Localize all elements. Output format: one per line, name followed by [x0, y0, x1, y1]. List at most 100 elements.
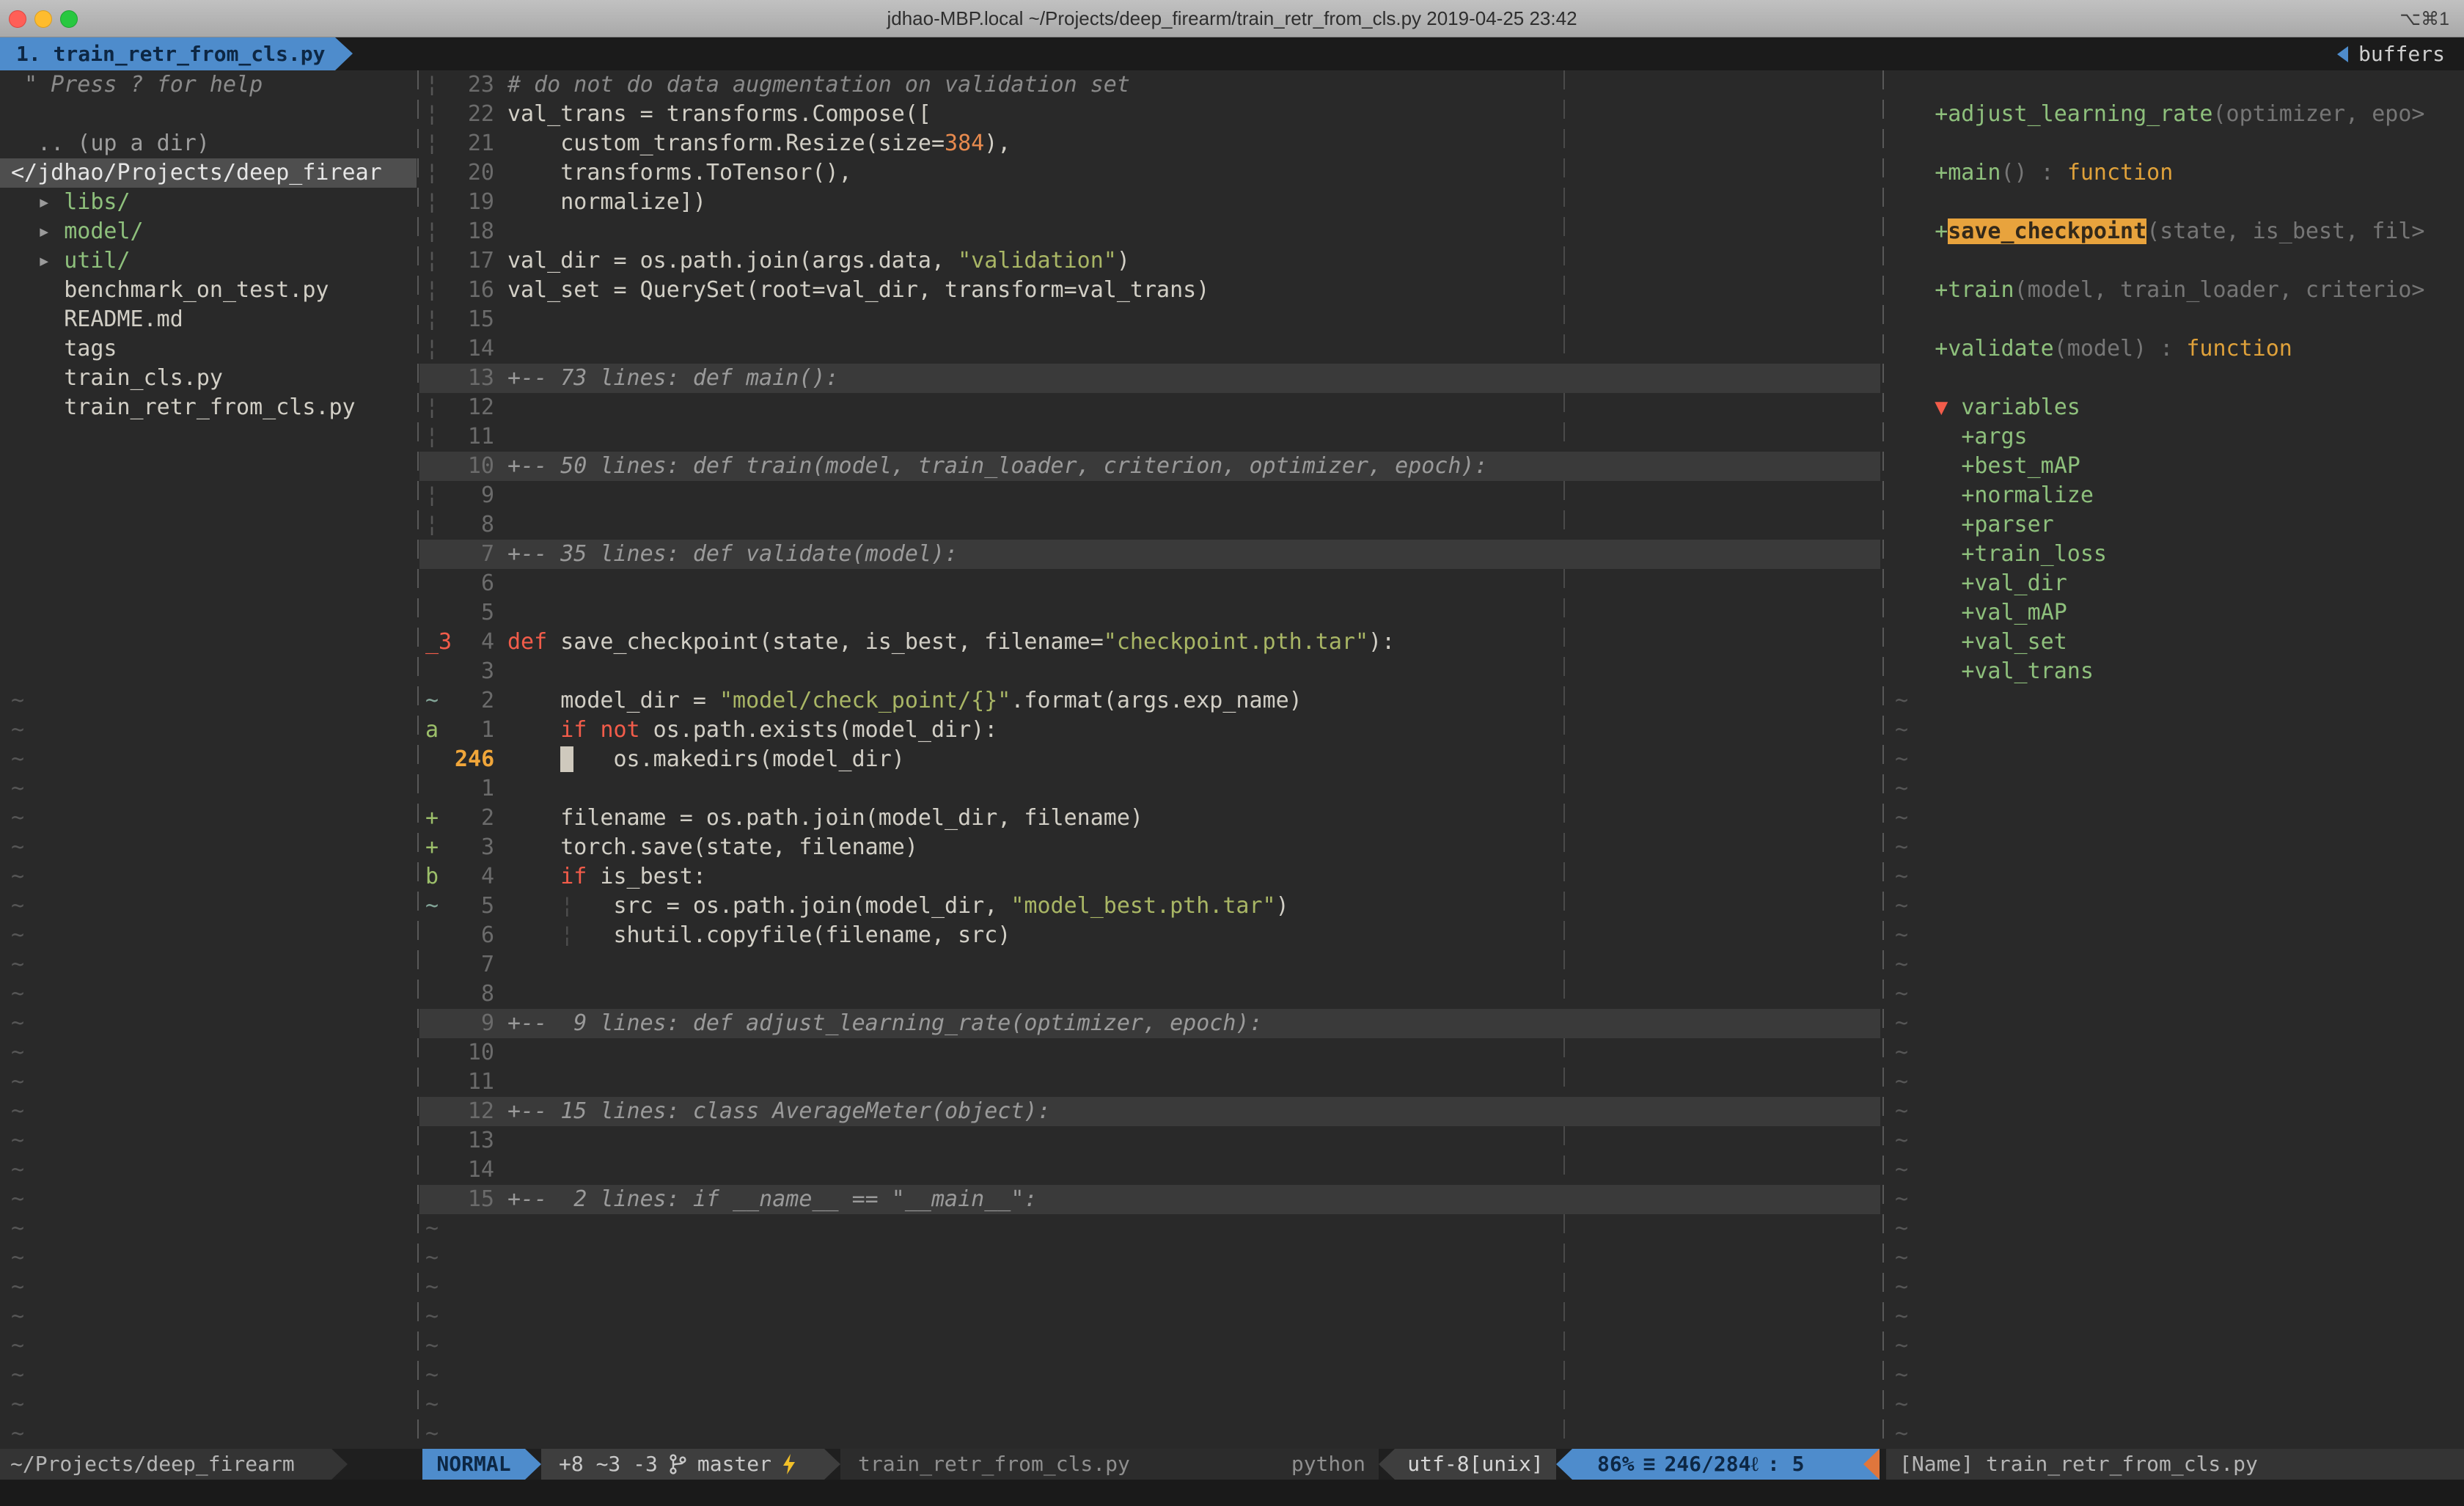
code-line[interactable]: 6	[419, 569, 1880, 598]
close-button[interactable]	[9, 10, 26, 28]
folded-code-line[interactable]: 7+-- 35 lines: def validate(model):	[419, 540, 1880, 569]
tree-item[interactable]: ~	[11, 1302, 417, 1331]
tree-item[interactable]: ▸ libs/	[11, 188, 417, 217]
code-line[interactable]: ¦15	[419, 305, 1880, 334]
folded-code-line[interactable]: 10+-- 50 lines: def train(model, train_l…	[419, 452, 1880, 481]
tree-item[interactable]: ~	[11, 1185, 417, 1214]
tree-item[interactable]: ~	[11, 1244, 417, 1273]
tree-item[interactable]: ~	[11, 716, 417, 745]
code-window[interactable]: ¦23# do not do data augmentation on vali…	[419, 70, 1880, 1449]
code-line[interactable]: ¦11	[419, 422, 1880, 452]
folded-code-line[interactable]: 9+-- 9 lines: def adjust_learning_rate(o…	[419, 1009, 1880, 1038]
tag-item[interactable]: +val_dir	[1895, 569, 2464, 598]
tag-item[interactable]: +parser	[1895, 510, 2464, 540]
nerdtree-panel[interactable]: " Press ? for help .. (up a dir)</jdhao/…	[0, 70, 417, 1449]
code-line[interactable]: 246 os.makedirs(model_dir)	[419, 745, 1880, 774]
tag-item[interactable]: +val_trans	[1895, 657, 2464, 686]
tag-item[interactable]: +main() : function	[1895, 158, 2464, 188]
tree-item[interactable]: ~	[11, 1156, 417, 1185]
code-line[interactable]: 11	[419, 1068, 1880, 1097]
tree-item[interactable]: ~	[11, 1419, 417, 1449]
tree-item[interactable]: ~	[11, 892, 417, 921]
tree-item[interactable]: ~	[11, 921, 417, 950]
window-separator[interactable]	[417, 70, 419, 1449]
tree-item[interactable]: ~	[11, 1390, 417, 1419]
tree-item[interactable]: ~	[11, 833, 417, 862]
tag-item[interactable]: +val_set	[1895, 628, 2464, 657]
code-line[interactable]: +3 torch.save(state, filename)	[419, 833, 1880, 862]
tree-item[interactable]: ~	[11, 745, 417, 774]
code-line[interactable]: ~2 model_dir = "model/check_point/{}".fo…	[419, 686, 1880, 716]
tree-item[interactable]: ~	[11, 1038, 417, 1068]
tree-item[interactable]: README.md	[11, 305, 417, 334]
tree-item[interactable]: ~	[11, 1273, 417, 1302]
code-line[interactable]: ¦9	[419, 481, 1880, 510]
code-line[interactable]: 14	[419, 1156, 1880, 1185]
tree-item[interactable]: ▸ model/	[11, 217, 417, 246]
code-line[interactable]: ¦12	[419, 393, 1880, 422]
tree-item[interactable]: tags	[11, 334, 417, 364]
code-line[interactable]: 13	[419, 1126, 1880, 1156]
code-line[interactable]: ¦17val_dir = os.path.join(args.data, "va…	[419, 246, 1880, 276]
tree-item[interactable]: ~	[11, 1097, 417, 1126]
tree-item[interactable]: ~	[11, 774, 417, 804]
tag-item[interactable]: +adjust_learning_rate(optimizer, epo>	[1895, 100, 2464, 129]
tree-item[interactable]: ~	[11, 1214, 417, 1244]
tree-item[interactable]: ▸ util/	[11, 246, 417, 276]
code-line[interactable]: 3	[419, 657, 1880, 686]
tag-item[interactable]: +best_mAP	[1895, 452, 2464, 481]
code-line[interactable]: 8	[419, 980, 1880, 1009]
code-line[interactable]: ¦19 normalize])	[419, 188, 1880, 217]
code-line[interactable]: ¦22val_trans = transforms.Compose([	[419, 100, 1880, 129]
tag-item[interactable]: +save_checkpoint(state, is_best, fil>	[1895, 217, 2464, 246]
tree-item[interactable]: ~	[11, 950, 417, 980]
tree-item[interactable]: ~	[11, 1361, 417, 1390]
code-line[interactable]: 1	[419, 774, 1880, 804]
code-line[interactable]: _34def save_checkpoint(state, is_best, f…	[419, 628, 1880, 657]
folded-code-line[interactable]: 13+-- 73 lines: def main():	[419, 364, 1880, 393]
code-line[interactable]: ¦16val_set = QuerySet(root=val_dir, tran…	[419, 276, 1880, 305]
tree-item[interactable]: ~	[11, 980, 417, 1009]
tree-item[interactable]: ~	[11, 862, 417, 892]
code-line[interactable]: +2 filename = os.path.join(model_dir, fi…	[419, 804, 1880, 833]
tag-item[interactable]: +validate(model) : function	[1895, 334, 2464, 364]
tree-item[interactable]: ~	[11, 686, 417, 716]
tag-item[interactable]: +args	[1895, 422, 2464, 452]
tree-item[interactable]: ~	[11, 1009, 417, 1038]
tree-item[interactable]: .. (up a dir)	[11, 129, 417, 158]
zoom-button[interactable]	[60, 10, 78, 28]
tag-item[interactable]: +val_mAP	[1895, 598, 2464, 628]
tree-item[interactable]: benchmark_on_test.py	[11, 276, 417, 305]
code-line[interactable]: 6 ¦ shutil.copyfile(filename, src)	[419, 921, 1880, 950]
tree-item[interactable]: ~	[11, 1068, 417, 1097]
tree-item[interactable]: " Press ? for help	[11, 70, 417, 100]
tag-item[interactable]: +train(model, train_loader, criterio>	[1895, 276, 2464, 305]
code-line[interactable]: ¦14	[419, 334, 1880, 364]
code-line[interactable]: ¦8	[419, 510, 1880, 540]
tree-item[interactable]: ~	[11, 1331, 417, 1361]
tree-item[interactable]: ~	[11, 1126, 417, 1156]
window-separator[interactable]	[1882, 70, 1884, 1449]
minimize-button[interactable]	[34, 10, 52, 28]
folded-code-line[interactable]: 15+-- 2 lines: if __name__ == "__main__"…	[419, 1185, 1880, 1214]
code-line[interactable]: ~5 ¦ src = os.path.join(model_dir, "mode…	[419, 892, 1880, 921]
tree-item[interactable]: ~	[11, 804, 417, 833]
code-line[interactable]: a1 if not os.path.exists(model_dir):	[419, 716, 1880, 745]
tag-item[interactable]: ▼ variables	[1895, 393, 2464, 422]
tree-item[interactable]: </jdhao/Projects/deep_firear	[0, 158, 417, 188]
active-buffer-tab[interactable]: 1. train_retr_from_cls.py	[0, 37, 335, 70]
code-line[interactable]: 7	[419, 950, 1880, 980]
code-line[interactable]: ¦20 transforms.ToTensor(),	[419, 158, 1880, 188]
code-line[interactable]: 10	[419, 1038, 1880, 1068]
tag-item[interactable]: +train_loss	[1895, 540, 2464, 569]
code-line[interactable]: 5	[419, 598, 1880, 628]
command-line[interactable]	[0, 1480, 2464, 1506]
tag-item[interactable]: +normalize	[1895, 481, 2464, 510]
code-line[interactable]: ¦23# do not do data augmentation on vali…	[419, 70, 1880, 100]
folded-code-line[interactable]: 12+-- 15 lines: class AverageMeter(objec…	[419, 1097, 1880, 1126]
tree-item[interactable]: train_cls.py	[11, 364, 417, 393]
tree-item[interactable]: train_retr_from_cls.py	[11, 393, 417, 422]
tagbar-panel[interactable]: +adjust_learning_rate(optimizer, epo> +m…	[1886, 70, 2464, 1449]
code-line[interactable]: b4 if is_best:	[419, 862, 1880, 892]
code-line[interactable]: ¦21 custom_transform.Resize(size=384),	[419, 129, 1880, 158]
